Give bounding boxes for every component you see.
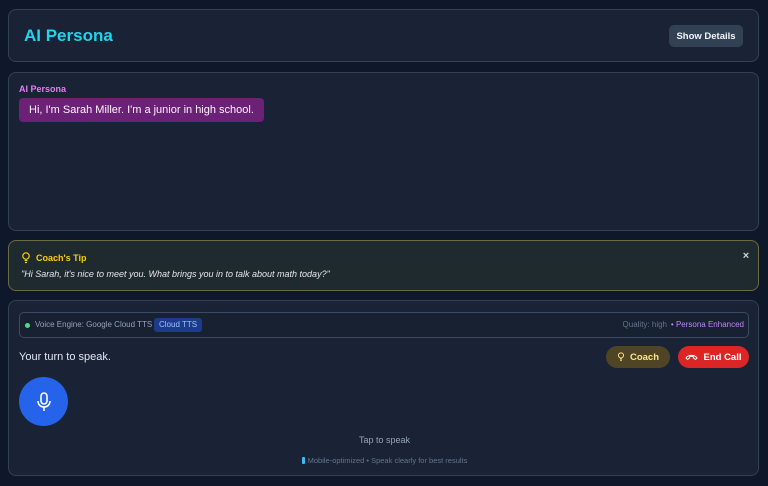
tap-to-speak-label: Tap to speak <box>358 435 411 445</box>
close-icon[interactable]: × <box>740 250 752 262</box>
lightbulb-icon <box>22 252 30 264</box>
footer-hint-text: Mobile-optimized • Speak clearly for bes… <box>307 456 468 465</box>
status-text: Your turn to speak. <box>19 351 111 363</box>
show-details-button[interactable]: Show Details <box>669 25 743 47</box>
lightbulb-icon <box>617 352 625 362</box>
end-call-button[interactable]: End Call <box>678 346 749 368</box>
engine-badge: Cloud TTS <box>154 318 203 332</box>
microphone-button[interactable] <box>19 377 68 426</box>
end-call-label: End Call <box>703 351 742 363</box>
microphone-icon <box>36 391 51 411</box>
coach-button-label: Coach <box>629 351 660 363</box>
voice-engine-label: Voice Engine: Google Cloud TTS <box>35 320 153 329</box>
coach-tip-text: "Hi Sarah, it's nice to meet you. What b… <box>21 269 330 279</box>
quality-label: Quality: high <box>622 320 667 329</box>
coach-tip-panel: Coach's Tip "Hi Sarah, it's nice to meet… <box>8 240 759 291</box>
header-bar: AI Persona Show Details <box>8 9 759 62</box>
coach-tip-title: Coach's Tip <box>36 253 87 263</box>
page-title: AI Persona <box>24 26 113 45</box>
coach-button[interactable]: Coach <box>606 346 670 368</box>
persona-enhanced-label: • Persona Enhanced <box>670 320 744 329</box>
message-bubble: Hi, I'm Sarah Miller. I'm a junior in hi… <box>19 98 264 122</box>
mobile-icon <box>301 457 305 464</box>
voice-engine-bar: Voice Engine: Google Cloud TTS Cloud TTS… <box>19 312 749 338</box>
message-speaker: AI Persona <box>19 84 67 94</box>
voice-panel: Voice Engine: Google Cloud TTS Cloud TTS… <box>8 300 759 476</box>
status-dot-icon <box>25 323 30 328</box>
phone-hangup-icon <box>685 354 699 361</box>
footer-hint: Mobile-optimized • Speak clearly for bes… <box>9 456 760 465</box>
chat-panel: AI Persona Hi, I'm Sarah Miller. I'm a j… <box>8 72 759 231</box>
